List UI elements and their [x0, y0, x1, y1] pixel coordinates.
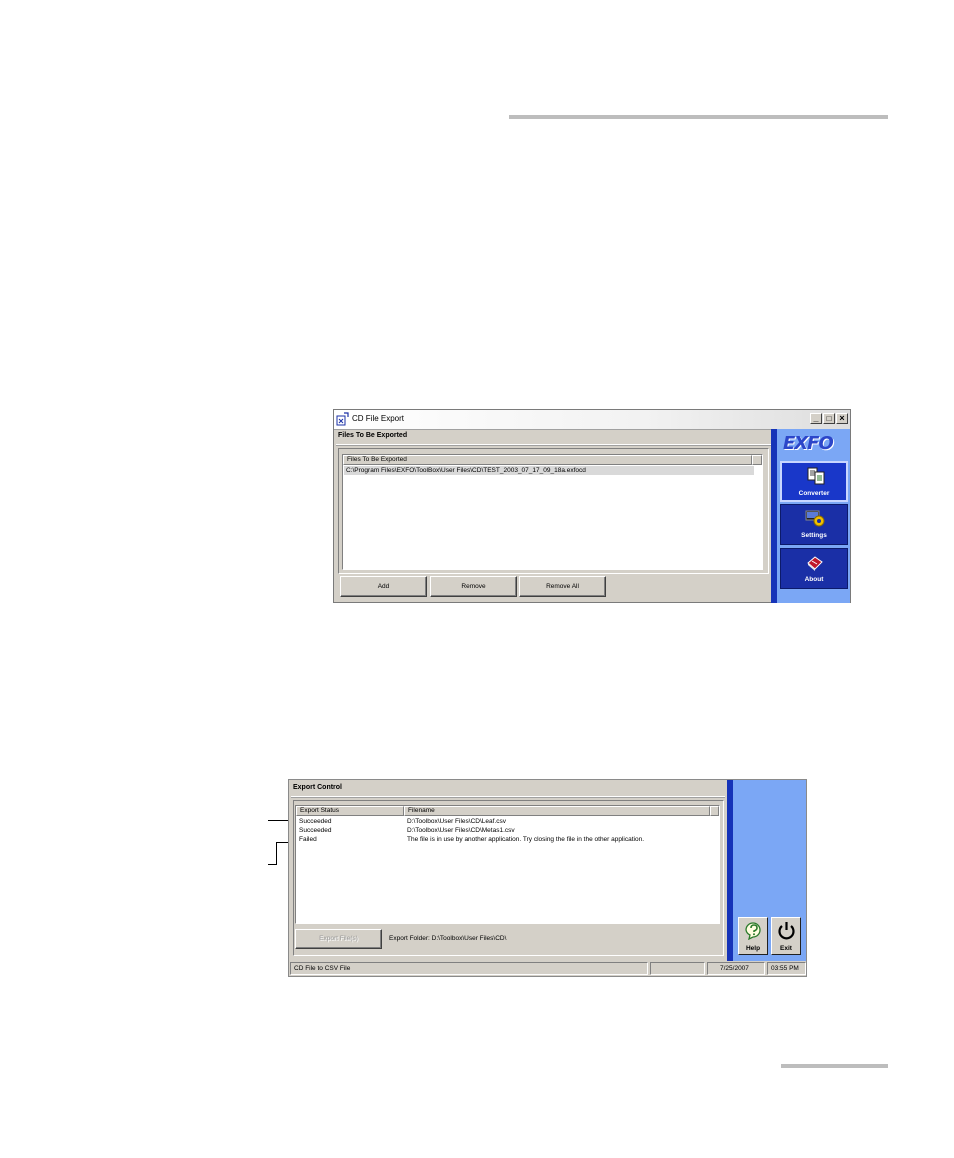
list-item[interactable]: C:\Program Files\EXFO\ToolBox\User Files… — [344, 466, 754, 475]
minimize-button[interactable]: _ — [810, 413, 822, 424]
page-header-rule — [509, 115, 888, 119]
column-filename[interactable]: Filename — [404, 806, 710, 816]
sidebar-edge — [727, 780, 733, 961]
maximize-button[interactable]: □ — [823, 413, 835, 424]
about-label: About — [804, 576, 824, 583]
about-button[interactable]: About — [780, 548, 848, 589]
filename-cell: D:\Toolbox\User Files\CD\Leaf.csv — [407, 818, 506, 825]
settings-button[interactable]: Settings — [780, 504, 848, 545]
status-app-name: CD File to CSV File — [290, 962, 648, 975]
status-empty-pane — [650, 962, 705, 975]
status-cell: Failed — [299, 836, 317, 843]
remove-all-button[interactable]: Remove All — [519, 576, 606, 597]
help-icon — [745, 922, 761, 940]
settings-label: Settings — [801, 532, 827, 539]
add-button[interactable]: Add — [340, 576, 427, 597]
remove-button[interactable]: Remove — [430, 576, 517, 597]
cd-file-export-window: CD File Export _ □ × Files To Be Exporte… — [333, 409, 851, 603]
page-footer-rule — [781, 1064, 888, 1068]
converter-button[interactable]: Converter — [780, 461, 848, 502]
export-files-button[interactable]: Export File(s) — [295, 929, 382, 949]
window-title: CD File Export — [352, 414, 405, 423]
help-label: Help — [745, 945, 761, 952]
callout-line-failed-end — [268, 864, 277, 865]
converter-label: Converter — [798, 490, 830, 497]
sidebar: Help Exit — [727, 780, 806, 961]
exit-label: Exit — [780, 945, 792, 952]
files-list-header: Files To Be Exported — [343, 455, 762, 465]
settings-icon — [805, 510, 825, 527]
status-time: 03:55 PM — [767, 962, 806, 975]
status-date: 7/25/2007 — [707, 962, 765, 975]
status-bar: CD File to CSV File 7/25/2007 03:55 PM — [289, 961, 806, 976]
filename-cell: D:\Toolbox\User Files\CD\Metas1.csv — [407, 827, 515, 834]
column-filler — [710, 806, 719, 816]
column-files-to-be-exported[interactable]: Files To Be Exported — [343, 455, 752, 465]
converter-icon — [807, 467, 825, 485]
close-button[interactable]: × — [836, 413, 848, 424]
export-folder-label: Export Folder: D:\Toolbox\User Files\CD\ — [389, 935, 507, 942]
exit-button[interactable]: Exit — [771, 917, 801, 955]
status-cell: Succeeded — [299, 818, 332, 825]
export-control-header: Export Control — [291, 784, 725, 797]
export-control-window: Export Control Export Status Filename Su… — [288, 779, 807, 977]
column-export-status[interactable]: Export Status — [296, 806, 404, 816]
filename-cell: The file is in use by another applicatio… — [407, 836, 645, 843]
exfo-logo: EXFO — [783, 433, 834, 454]
help-button[interactable]: Help — [738, 917, 768, 955]
about-book-icon — [807, 556, 823, 571]
status-cell: Succeeded — [299, 827, 332, 834]
column-filler — [752, 455, 762, 465]
sidebar-edge — [771, 429, 777, 603]
export-list-header: Export Status Filename — [296, 806, 719, 816]
callout-line-failed-vertical — [276, 842, 277, 864]
app-icon — [336, 412, 349, 426]
files-panel-header: Files To Be Exported — [336, 432, 771, 445]
power-icon — [778, 922, 795, 940]
title-bar[interactable]: CD File Export _ □ × — [334, 410, 850, 430]
sidebar: EXFO Converter Settings About — [771, 429, 850, 603]
files-list[interactable]: Files To Be Exported C:\Program Files\EX… — [342, 454, 763, 570]
export-status-list[interactable]: Export Status Filename Succeeded D:\Tool… — [295, 805, 720, 924]
